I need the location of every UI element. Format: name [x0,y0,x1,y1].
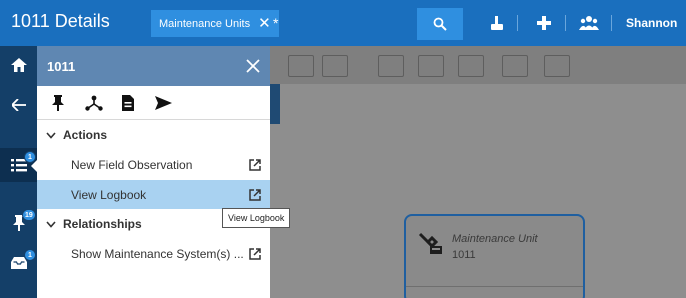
dimmed-toolbar-button [418,55,444,77]
card-subtitle: 1011 [452,249,476,261]
dimmed-toolbar-button [458,55,484,77]
dimmed-toolbar-button [322,55,348,77]
card-title: Maintenance Unit [452,233,538,245]
list-item-label: Show Maintenance System(s) ... [71,246,244,261]
panel-toolbar [37,86,270,120]
external-link-icon [249,189,261,201]
search-input[interactable] [273,14,403,32]
chevron-down-icon [45,218,57,230]
dimmed-toolbar-button [502,55,528,77]
action-new-field-observation[interactable]: New Field Observation [37,150,270,179]
chip-close-icon[interactable]: ✕ [258,16,271,31]
top-bar: 1011 Details Maintenance Units ✕ Shannon [0,0,686,46]
back-button[interactable] [0,88,37,122]
external-link-icon [249,248,261,260]
external-link-icon [249,159,261,171]
dimmed-panel-edge [270,84,280,124]
dimmed-toolbar-button [544,55,570,77]
document-icon[interactable] [118,93,138,113]
search-icon [433,17,447,31]
dimmed-toolbar-button [378,55,404,77]
left-rail: 1 19 1 [0,46,37,298]
users-icon[interactable] [578,13,600,33]
list-item-label: View Logbook [71,187,147,202]
user-menu[interactable]: Shannon [626,16,677,30]
section-actions[interactable]: Actions [37,121,270,149]
back-arrow-icon [11,99,26,111]
close-icon[interactable] [243,56,263,76]
maintenance-unit-icon [418,232,444,259]
inbox-badge: 1 [24,249,36,261]
panel-title: 1011 [47,59,76,74]
chevron-down-icon [45,129,57,141]
pin-icon[interactable] [48,93,68,113]
actions-panel: 1011 Actions New Field Observation View … [37,46,270,298]
pins-button[interactable]: 19 [0,206,37,240]
header-divider [517,15,518,31]
hierarchy-icon[interactable] [84,93,104,113]
section-label: Actions [63,128,108,142]
home-button[interactable] [0,48,37,82]
inbox-button[interactable]: 1 [0,246,37,280]
tooltip: View Logbook [222,208,291,228]
dimmed-toolbar-button [288,55,314,77]
panel-header: 1011 [37,46,270,86]
search-filter-chip[interactable]: Maintenance Units ✕ [151,10,279,37]
pins-badge: 19 [22,209,36,221]
action-show-maintenance-systems[interactable]: Show Maintenance System(s) ... [37,239,270,268]
section-label: Relationships [63,217,142,231]
home-icon [10,58,27,72]
action-view-logbook[interactable]: View Logbook [37,180,270,209]
page-title: 1011 Details [11,11,110,31]
list-item-label: New Field Observation [71,157,193,172]
search-chip-label: Maintenance Units [159,17,251,30]
card-divider [406,286,583,287]
add-icon[interactable] [533,13,555,33]
send-icon[interactable] [153,93,173,113]
search-button[interactable] [417,8,463,40]
header-divider [565,15,566,31]
header-divider [611,15,612,31]
sweep-icon[interactable] [486,13,508,33]
